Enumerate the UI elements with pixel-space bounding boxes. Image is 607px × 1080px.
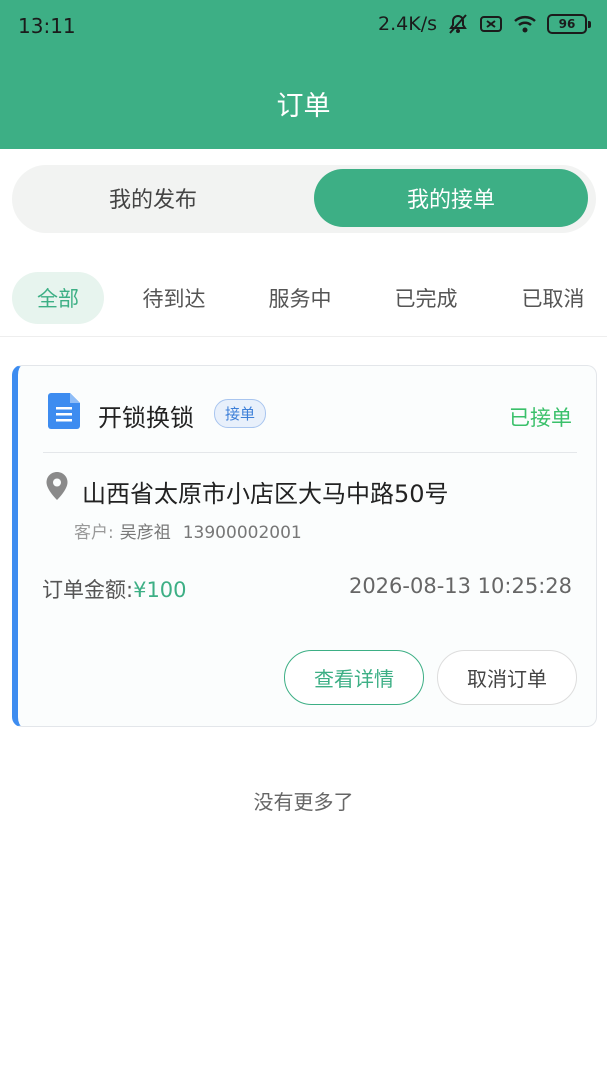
tab-in-service[interactable]: 服务中 — [252, 272, 348, 324]
wifi-icon — [513, 14, 537, 34]
amount-label: 订单金额: — [42, 578, 134, 602]
status-time: 13:11 — [18, 14, 76, 38]
top-header: 13:11 2.4K/s 96 订单 — [0, 0, 607, 149]
no-more-text: 没有更多了 — [253, 790, 354, 814]
customer-label: 客户: — [74, 523, 114, 543]
tab-pending-arrival[interactable]: 待到达 — [126, 272, 222, 324]
document-icon — [48, 393, 80, 433]
customer-phone: 13900002001 — [182, 523, 302, 543]
net-speed: 2.4K/s — [378, 13, 437, 35]
service-name: 开锁换锁 — [98, 404, 194, 432]
status-tabs: 全部 待到达 服务中 已完成 已取消 — [0, 270, 607, 326]
no-sim-icon — [479, 14, 503, 34]
battery-icon: 96 — [547, 14, 591, 34]
tabs-divider — [0, 336, 607, 337]
order-type-badge: 接单 — [214, 399, 267, 428]
cancel-order-button[interactable]: 取消订单 — [437, 650, 577, 705]
order-datetime: 2026-08-13 10:25:28 — [348, 574, 572, 598]
page-title: 订单 — [276, 91, 331, 122]
role-segmented-control: 我的发布 我的接单 — [12, 165, 596, 233]
tab-cancelled[interactable]: 已取消 — [505, 272, 601, 324]
tab-completed[interactable]: 已完成 — [378, 272, 474, 324]
view-details-button[interactable]: 查看详情 — [284, 650, 424, 705]
status-bar: 13:11 2.4K/s 96 — [0, 0, 607, 54]
order-card[interactable]: 开锁换锁 接单 已接单 山西省太原市小店区大马中路50号 客户: 吴彦祖 13900… — [12, 365, 597, 727]
amount-value: ¥100 — [133, 578, 187, 602]
mute-bell-icon — [447, 13, 469, 35]
location-pin-icon — [44, 471, 70, 505]
tab-all[interactable]: 全部 — [12, 272, 104, 324]
status-icons: 2.4K/s 96 — [378, 13, 591, 35]
order-status: 已接单 — [509, 406, 572, 430]
customer-name: 吴彦祖 — [119, 523, 171, 543]
order-amount: 订单金额:¥100 — [42, 574, 187, 604]
customer-info: 客户: 吴彦祖 13900002001 — [74, 518, 302, 543]
seg-my-accepted[interactable]: 我的接单 — [314, 169, 588, 227]
service-address: 山西省太原市小店区大马中路50号 — [82, 480, 449, 508]
seg-my-published[interactable]: 我的发布 — [16, 169, 290, 227]
card-divider — [43, 452, 577, 453]
